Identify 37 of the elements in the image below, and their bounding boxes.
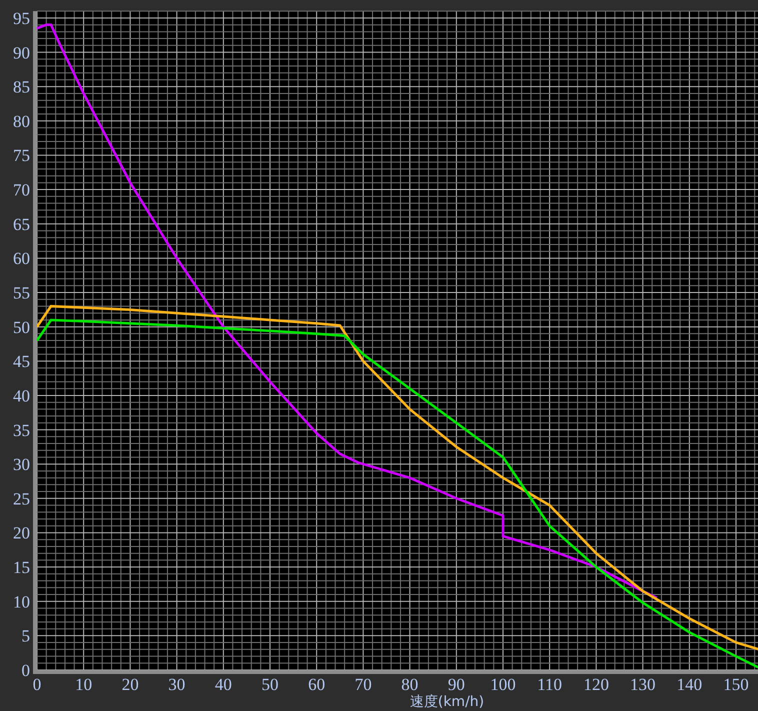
tick-label: 70 bbox=[354, 675, 372, 694]
tick-label: 95 bbox=[13, 8, 30, 28]
tick-label: 0 bbox=[22, 661, 30, 680]
tick-label: 75 bbox=[13, 146, 30, 166]
tick-label: 55 bbox=[13, 284, 30, 302]
tick-label: 130 bbox=[630, 675, 656, 694]
tick-label: 15 bbox=[13, 558, 30, 578]
tick-label: 20 bbox=[13, 524, 30, 543]
tick-label: 10 bbox=[13, 592, 30, 612]
tick-label: 80 bbox=[13, 112, 30, 131]
tick-label: 25 bbox=[13, 489, 30, 508]
tick-label: 40 bbox=[214, 675, 232, 694]
tick-label: 5 bbox=[22, 626, 30, 646]
tick-label: 60 bbox=[308, 675, 326, 694]
tick-label: 45 bbox=[13, 352, 30, 372]
tick-label: 80 bbox=[401, 675, 418, 694]
tick-label: 85 bbox=[13, 78, 30, 97]
tick-label: 0 bbox=[32, 675, 42, 694]
tick-label: 90 bbox=[448, 675, 465, 694]
tick-label: 30 bbox=[168, 675, 186, 694]
tick-label: 110 bbox=[537, 675, 562, 694]
tick-label: 20 bbox=[122, 675, 139, 694]
tick-label: 50 bbox=[262, 675, 278, 694]
tick-label: 120 bbox=[583, 675, 609, 694]
tick-label: 10 bbox=[75, 675, 92, 694]
tick-label: 30 bbox=[13, 455, 30, 474]
tick-label: 50 bbox=[13, 318, 30, 337]
axis-title: 速度(km/h) bbox=[410, 694, 484, 710]
tick-label: 65 bbox=[13, 214, 30, 234]
tick-label: 100 bbox=[490, 675, 516, 694]
tick-label: 140 bbox=[676, 675, 702, 694]
tick-label: 35 bbox=[13, 420, 30, 440]
tick-label: 90 bbox=[13, 43, 30, 62]
tick-label: 40 bbox=[13, 386, 30, 406]
tick-label: 70 bbox=[13, 180, 30, 200]
tick-label: 60 bbox=[13, 249, 30, 268]
tick-label: 150 bbox=[723, 675, 749, 694]
